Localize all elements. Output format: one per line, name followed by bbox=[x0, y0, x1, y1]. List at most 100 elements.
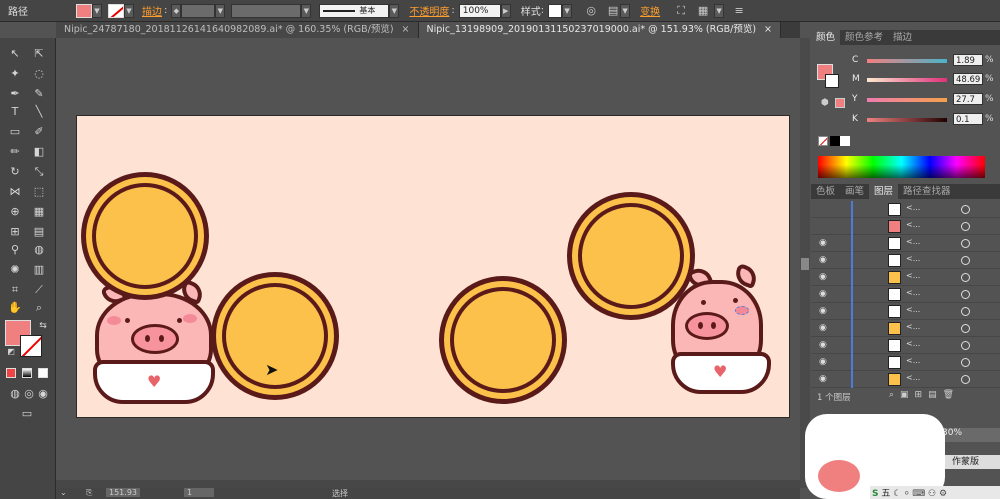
visibility-eye-icon[interactable]: ◉ bbox=[819, 357, 829, 367]
tab-document-1[interactable]: Nipic_24787180_20181126141640982089.ai* … bbox=[56, 22, 419, 38]
free-transform-tool-icon[interactable]: ⬚ bbox=[30, 184, 48, 200]
layer-row[interactable]: <... bbox=[811, 201, 1000, 218]
selection-tool-icon[interactable]: ↖ bbox=[6, 46, 24, 62]
make-mask-button[interactable]: 作蒙版 bbox=[944, 455, 1000, 469]
artboard-tool-icon[interactable]: ⌗ bbox=[6, 282, 24, 298]
visibility-eye-icon[interactable]: ◉ bbox=[819, 323, 829, 333]
visibility-eye-icon[interactable]: ◉ bbox=[819, 306, 829, 316]
perspective-grid-tool-icon[interactable]: ▦ bbox=[30, 204, 48, 220]
target-circle-icon[interactable] bbox=[961, 375, 970, 384]
target-circle-icon[interactable] bbox=[961, 341, 970, 350]
layer-row[interactable]: ◉ <... bbox=[811, 371, 1000, 388]
magic-wand-tool-icon[interactable]: ✦ bbox=[6, 66, 24, 82]
layer-row[interactable]: ◉ <... bbox=[811, 269, 1000, 286]
shape-builder-tool-icon[interactable]: ⊕ bbox=[6, 204, 24, 220]
arrange-icon[interactable]: ▦ bbox=[696, 4, 710, 18]
tab-document-2[interactable]: Nipic_13198909_20190131150237019000.ai* … bbox=[418, 22, 781, 38]
layer-name[interactable]: <... bbox=[906, 322, 920, 331]
target-circle-icon[interactable] bbox=[961, 273, 970, 282]
layer-row[interactable]: ◉ <... bbox=[811, 286, 1000, 303]
mesh-tool-icon[interactable]: ⊞ bbox=[6, 224, 24, 240]
stroke-color-box[interactable] bbox=[20, 335, 42, 357]
opacity-label[interactable]: 不透明度 bbox=[409, 3, 449, 18]
column-graph-tool-icon[interactable]: ▥ bbox=[30, 262, 48, 278]
yellow-slider[interactable]: Y 27.7 % bbox=[811, 93, 1000, 106]
vertical-scrollbar[interactable] bbox=[800, 38, 810, 488]
line-tool-icon[interactable]: ╲ bbox=[30, 104, 48, 120]
layer-name[interactable]: <... bbox=[906, 271, 920, 280]
brush-dropdown[interactable]: ▼ bbox=[389, 3, 400, 18]
tab-layers[interactable]: 图层 bbox=[869, 184, 899, 199]
layer-name[interactable]: <... bbox=[906, 254, 920, 263]
visibility-eye-icon[interactable]: ◉ bbox=[819, 255, 829, 265]
width-tool-icon[interactable]: ⋈ bbox=[6, 184, 24, 200]
target-circle-icon[interactable] bbox=[961, 290, 970, 299]
layer-footer-icons[interactable]: ⌕▣⊞▤🗑 bbox=[889, 390, 960, 400]
stroke-dropdown[interactable]: ▼ bbox=[124, 3, 134, 18]
align-icon[interactable]: ▤ bbox=[606, 4, 620, 18]
coin-top-right[interactable] bbox=[567, 192, 695, 320]
zoom-field[interactable]: 151.93 bbox=[106, 488, 140, 497]
layer-row[interactable]: ◉ <... bbox=[811, 337, 1000, 354]
none-swatch[interactable] bbox=[818, 136, 828, 146]
visibility-eye-icon[interactable]: ◉ bbox=[819, 272, 829, 282]
pencil-tool-icon[interactable]: ✏ bbox=[6, 144, 24, 160]
target-circle-icon[interactable] bbox=[961, 205, 970, 214]
visibility-eye-icon[interactable]: ◉ bbox=[819, 289, 829, 299]
layer-row[interactable]: ◉ <... bbox=[811, 303, 1000, 320]
rotate-tool-icon[interactable]: ↻ bbox=[6, 164, 24, 180]
default-colors-icon[interactable]: ◩ bbox=[2, 344, 20, 360]
fill-dropdown[interactable]: ▼ bbox=[92, 3, 102, 18]
magenta-slider[interactable]: M 48.69 % bbox=[811, 73, 1000, 86]
layer-row[interactable]: <... bbox=[811, 218, 1000, 235]
variable-width-field[interactable] bbox=[231, 3, 302, 18]
transform-link[interactable]: 变换 bbox=[640, 3, 660, 18]
screen-mode-icon[interactable]: ▭ bbox=[18, 406, 36, 422]
layer-row[interactable]: ◉ <... bbox=[811, 252, 1000, 269]
target-circle-icon[interactable] bbox=[961, 307, 970, 316]
page-field[interactable]: 1 bbox=[184, 488, 214, 497]
none-mode-icon[interactable] bbox=[38, 368, 48, 378]
layer-name[interactable]: <... bbox=[906, 220, 920, 229]
layer-name[interactable]: <... bbox=[906, 203, 920, 212]
black-slider[interactable]: K 0.1 % bbox=[811, 113, 1000, 126]
stroke-label[interactable]: 描边 bbox=[142, 3, 162, 18]
layer-name[interactable]: <... bbox=[906, 339, 920, 348]
style-swatch[interactable] bbox=[548, 3, 563, 18]
scale-tool-icon[interactable]: ⤡ bbox=[30, 164, 48, 180]
layer-row[interactable]: ◉ <... bbox=[811, 235, 1000, 252]
yellow-value[interactable]: 27.7 bbox=[953, 93, 983, 105]
visibility-eye-icon[interactable]: ◉ bbox=[819, 374, 829, 384]
target-circle-icon[interactable] bbox=[961, 358, 970, 367]
zoom-tool-icon[interactable]: ⌕ bbox=[30, 300, 48, 316]
visibility-eye-icon[interactable] bbox=[819, 204, 829, 214]
align-dropdown[interactable]: ▼ bbox=[620, 3, 631, 18]
blend-tool-icon[interactable]: ◍ bbox=[30, 242, 48, 258]
isolate-icon[interactable]: ⛶ bbox=[674, 4, 688, 18]
eyedropper-tool-icon[interactable]: ⚲ bbox=[6, 242, 24, 258]
eraser-tool-icon[interactable]: ◧ bbox=[30, 144, 48, 160]
magenta-value[interactable]: 48.69 bbox=[953, 73, 983, 85]
gradient-tool-icon[interactable]: ▤ bbox=[30, 224, 48, 240]
rectangle-tool-icon[interactable]: ▭ bbox=[6, 124, 24, 140]
opacity-field[interactable]: 100% bbox=[458, 3, 501, 18]
direct-selection-tool-icon[interactable]: ⇱ bbox=[30, 46, 48, 62]
black-value[interactable]: 0.1 bbox=[953, 113, 983, 125]
close-icon[interactable]: × bbox=[764, 22, 772, 38]
visibility-eye-icon[interactable] bbox=[819, 221, 829, 231]
tab-color-guide[interactable]: 颜色参考 bbox=[840, 30, 888, 45]
layer-name[interactable]: <... bbox=[906, 288, 920, 297]
target-circle-icon[interactable] bbox=[961, 222, 970, 231]
stroke-swatch[interactable] bbox=[108, 3, 124, 18]
target-circle-icon[interactable] bbox=[961, 239, 970, 248]
vertical-scroll-thumb[interactable] bbox=[801, 258, 809, 270]
pen-tool-icon[interactable]: ✒ bbox=[6, 86, 24, 102]
tab-color[interactable]: 颜色 bbox=[811, 30, 841, 45]
visibility-eye-icon[interactable]: ◉ bbox=[819, 340, 829, 350]
lasso-tool-icon[interactable]: ◌ bbox=[30, 66, 48, 82]
fill-swatch[interactable] bbox=[76, 3, 92, 18]
swap-colors-icon[interactable]: ⇆ bbox=[34, 318, 52, 334]
type-tool-icon[interactable]: T bbox=[6, 104, 24, 120]
layer-row[interactable]: ◉ <... bbox=[811, 354, 1000, 371]
style-dropdown[interactable]: ▼ bbox=[562, 3, 573, 18]
